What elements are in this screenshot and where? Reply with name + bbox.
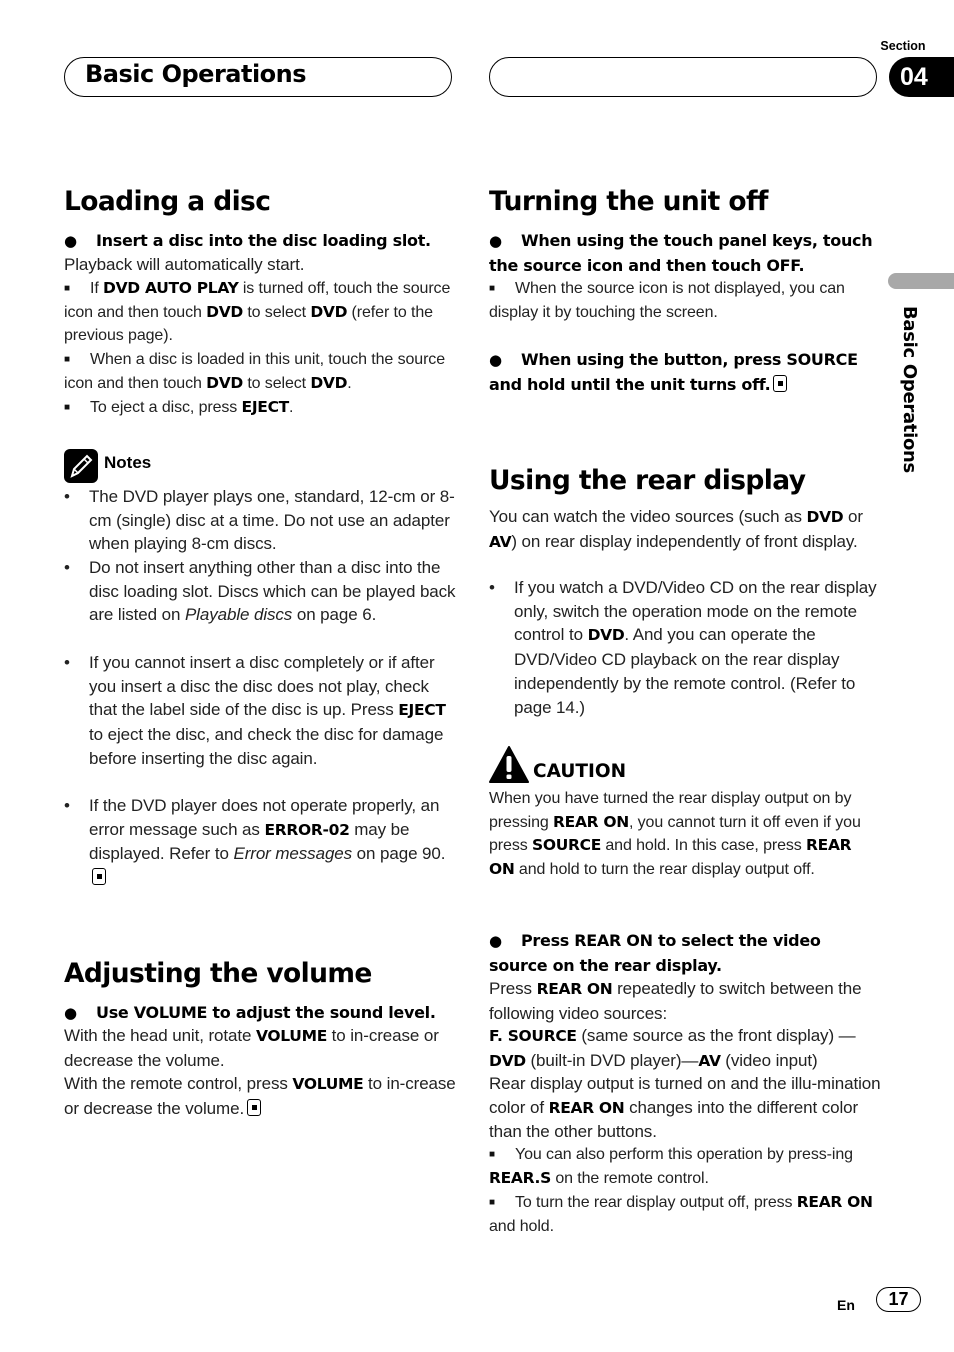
square-bullet-icon: ■ <box>64 283 70 294</box>
page-number: 17 <box>876 1287 921 1312</box>
heading-loading-disc: Loading a disc <box>64 186 271 217</box>
volume-remote: With the remote control, press VOLUME to… <box>64 1074 456 1118</box>
bullet-dot-icon: ● <box>64 232 77 250</box>
section-label: Section <box>880 39 926 53</box>
rear-intro: You can watch the video sources (such as… <box>489 507 863 551</box>
tip-disc-loaded: ■ When a disc is loaded in this unit, tou… <box>64 348 456 395</box>
note-item: • If the DVD player does not operate pro… <box>64 794 456 890</box>
header-blank-pill <box>489 57 877 97</box>
caution-header: CAUTION <box>489 746 626 786</box>
step-use-volume: ● Use VOLUME to adjust the sound level. <box>64 1001 464 1026</box>
notes-title: Notes <box>104 453 152 472</box>
side-label: Basic Operations <box>899 306 920 473</box>
square-bullet-icon: ■ <box>64 354 70 365</box>
step-text: When using the button, press SOURCE and … <box>489 350 858 394</box>
rear-bullet: • If you watch a DVD/Video CD on the rea… <box>489 578 877 717</box>
end-mark-icon <box>773 374 788 392</box>
note-item: • The DVD player plays one, standard, 12… <box>64 487 455 554</box>
bullet-dot-icon: ● <box>64 1004 77 1022</box>
bullet-icon: • <box>489 578 495 597</box>
heading-adjusting-volume: Adjusting the volume <box>64 958 372 989</box>
bullet-dot-icon: ● <box>489 351 502 369</box>
rear-desc-sources: F. SOURCE (same source as the front disp… <box>489 1026 856 1070</box>
rear-desc-illumination: Rear display output is turned on and the… <box>489 1074 881 1142</box>
step-text: Press REAR ON to select the video source… <box>489 931 821 975</box>
bullet-dot-icon: ● <box>489 232 502 250</box>
step-text: When using the touch panel keys, touch t… <box>489 231 873 275</box>
tip-rear-s: ■ You can also perform this operation by … <box>489 1143 881 1190</box>
bullet-icon: • <box>64 796 70 815</box>
section-number-tab: 04 <box>889 57 954 97</box>
volume-head-unit: With the head unit, rotate VOLUME to in-… <box>64 1026 439 1070</box>
tip-rear-off: ■ To turn the rear display output off, pr… <box>489 1193 873 1235</box>
warning-triangle-icon <box>489 746 529 783</box>
caution-text: When you have turned the rear display ou… <box>489 790 861 878</box>
pencil-icon <box>64 449 98 483</box>
bullet-icon: • <box>64 653 70 672</box>
tip-eject: ■ To eject a disc, press EJECT. <box>64 396 456 420</box>
header-title: Basic Operations <box>85 60 307 88</box>
square-bullet-icon: ■ <box>64 402 70 413</box>
step-touch-off: ● When using the touch panel keys, touch … <box>489 229 879 277</box>
bullet-dot-icon: ● <box>489 932 502 950</box>
bullet-icon: • <box>64 558 70 577</box>
end-mark-icon <box>92 868 106 886</box>
note-item: • Do not insert anything other than a di… <box>64 558 456 625</box>
heading-rear-display: Using the rear display <box>489 465 806 496</box>
side-tab-marker <box>888 273 954 289</box>
note-item: • If you cannot insert a disc completely… <box>64 653 446 768</box>
step-text: Insert a disc into the disc loading slot… <box>96 231 431 250</box>
header-title-pill: Basic Operations <box>64 57 452 97</box>
step-desc: Playback will automatically start. <box>64 255 305 274</box>
step-text: Use VOLUME to adjust the sound level. <box>96 1003 436 1022</box>
square-bullet-icon: ■ <box>489 1149 495 1160</box>
square-bullet-icon: ■ <box>489 1197 495 1208</box>
end-mark-icon <box>247 1098 262 1116</box>
tip-source-icon: ■ When the source icon is not displayed, … <box>489 277 879 324</box>
square-bullet-icon: ■ <box>489 283 495 294</box>
caution-title: CAUTION <box>533 761 627 782</box>
step-insert-disc: ● Insert a disc into the disc loading slo… <box>64 229 459 254</box>
step-press-rear-on: ● Press REAR ON to select the video sourc… <box>489 929 879 977</box>
rear-desc-1: Press REAR ON repeatedly to switch betwe… <box>489 979 862 1023</box>
tip-dvd-auto-play: ■ If DVD AUTO PLAY is turned off, touch t… <box>64 279 451 344</box>
heading-turning-off: Turning the unit off <box>489 186 768 217</box>
language-label: En <box>837 1297 855 1313</box>
bullet-icon: • <box>64 487 70 506</box>
step-press-source: ● When using the button, press SOURCE and… <box>489 348 879 396</box>
